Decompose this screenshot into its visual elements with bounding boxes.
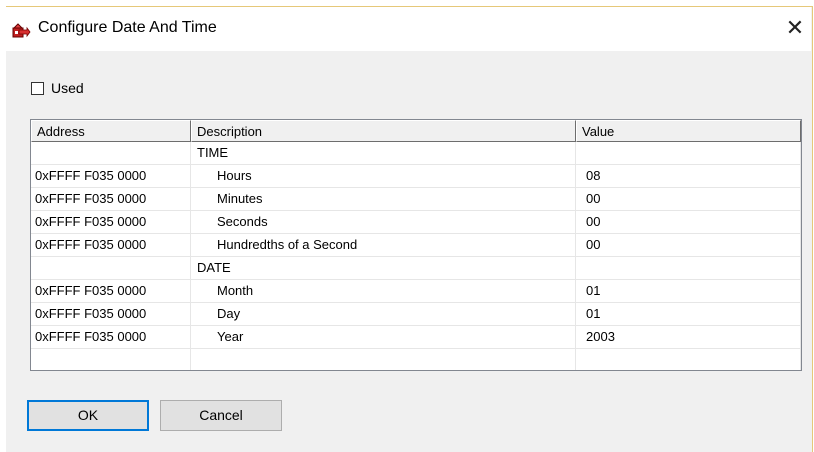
- used-checkbox-group[interactable]: Used: [31, 79, 84, 97]
- address-cell[interactable]: 0xFFFF F035 0000: [31, 280, 191, 303]
- table-row[interactable]: TIME: [31, 142, 801, 165]
- address-cell[interactable]: 0xFFFF F035 0000: [31, 326, 191, 349]
- table-body: TIME 0xFFFF F035 0000 Hours 08 0xFFFF F035 0…: [31, 142, 801, 370]
- value-cell[interactable]: [576, 349, 801, 370]
- description-cell[interactable]: Minutes: [191, 188, 576, 211]
- table-header: Address Description Value: [31, 120, 801, 142]
- table-row[interactable]: 0xFFFF F035 0000 Year 2003: [31, 326, 801, 349]
- table-row[interactable]: 0xFFFF F035 0000 Seconds 00: [31, 211, 801, 234]
- register-table[interactable]: Address Description Value TIME 0xFFFF F03…: [30, 119, 802, 371]
- table-row[interactable]: 0xFFFF F035 0000 Minutes 00: [31, 188, 801, 211]
- value-cell[interactable]: 00: [576, 234, 801, 257]
- address-cell[interactable]: 0xFFFF F035 0000: [31, 165, 191, 188]
- value-cell[interactable]: 01: [576, 280, 801, 303]
- address-cell[interactable]: 0xFFFF F035 0000: [31, 188, 191, 211]
- description-cell[interactable]: DATE: [191, 257, 576, 280]
- value-cell[interactable]: [576, 257, 801, 280]
- column-header-value[interactable]: Value: [576, 120, 801, 142]
- description-cell[interactable]: Day: [191, 303, 576, 326]
- address-cell[interactable]: [31, 349, 191, 370]
- value-cell[interactable]: 00: [576, 211, 801, 234]
- column-header-description[interactable]: Description: [191, 120, 576, 142]
- value-cell[interactable]: [576, 142, 801, 165]
- dialog-window: Configure Date And Time ✕ Used Address D…: [6, 6, 813, 452]
- value-cell[interactable]: 08: [576, 165, 801, 188]
- address-cell[interactable]: 0xFFFF F035 0000: [31, 303, 191, 326]
- address-cell[interactable]: [31, 257, 191, 280]
- used-checkbox[interactable]: [31, 81, 44, 95]
- table-row[interactable]: 0xFFFF F035 0000 Day 01: [31, 303, 801, 326]
- address-cell[interactable]: 0xFFFF F035 0000: [31, 211, 191, 234]
- close-button[interactable]: ✕: [781, 15, 809, 43]
- ok-button[interactable]: OK: [27, 400, 149, 431]
- window-title: Configure Date And Time: [38, 19, 217, 36]
- table-row[interactable]: DATE: [31, 257, 801, 280]
- config-icon: [11, 21, 31, 39]
- used-label[interactable]: Used: [51, 80, 84, 96]
- cancel-button[interactable]: Cancel: [160, 400, 282, 431]
- close-icon[interactable]: ✕: [786, 16, 804, 41]
- title-bar: Configure Date And Time ✕: [6, 7, 811, 51]
- description-cell[interactable]: Seconds: [191, 211, 576, 234]
- description-cell[interactable]: [191, 349, 576, 370]
- table-row[interactable]: 0xFFFF F035 0000 Hundredths of a Second 00: [31, 234, 801, 257]
- description-cell[interactable]: Month: [191, 280, 576, 303]
- description-cell[interactable]: Hundredths of a Second: [191, 234, 576, 257]
- table-row[interactable]: [31, 349, 801, 370]
- description-cell[interactable]: Year: [191, 326, 576, 349]
- table-row[interactable]: 0xFFFF F035 0000 Month 01: [31, 280, 801, 303]
- address-cell[interactable]: [31, 142, 191, 165]
- value-cell[interactable]: 00: [576, 188, 801, 211]
- address-cell[interactable]: 0xFFFF F035 0000: [31, 234, 191, 257]
- value-cell[interactable]: 01: [576, 303, 801, 326]
- description-cell[interactable]: Hours: [191, 165, 576, 188]
- description-cell[interactable]: TIME: [191, 142, 576, 165]
- column-header-address[interactable]: Address: [31, 120, 191, 142]
- table-row[interactable]: 0xFFFF F035 0000 Hours 08: [31, 165, 801, 188]
- value-cell[interactable]: 2003: [576, 326, 801, 349]
